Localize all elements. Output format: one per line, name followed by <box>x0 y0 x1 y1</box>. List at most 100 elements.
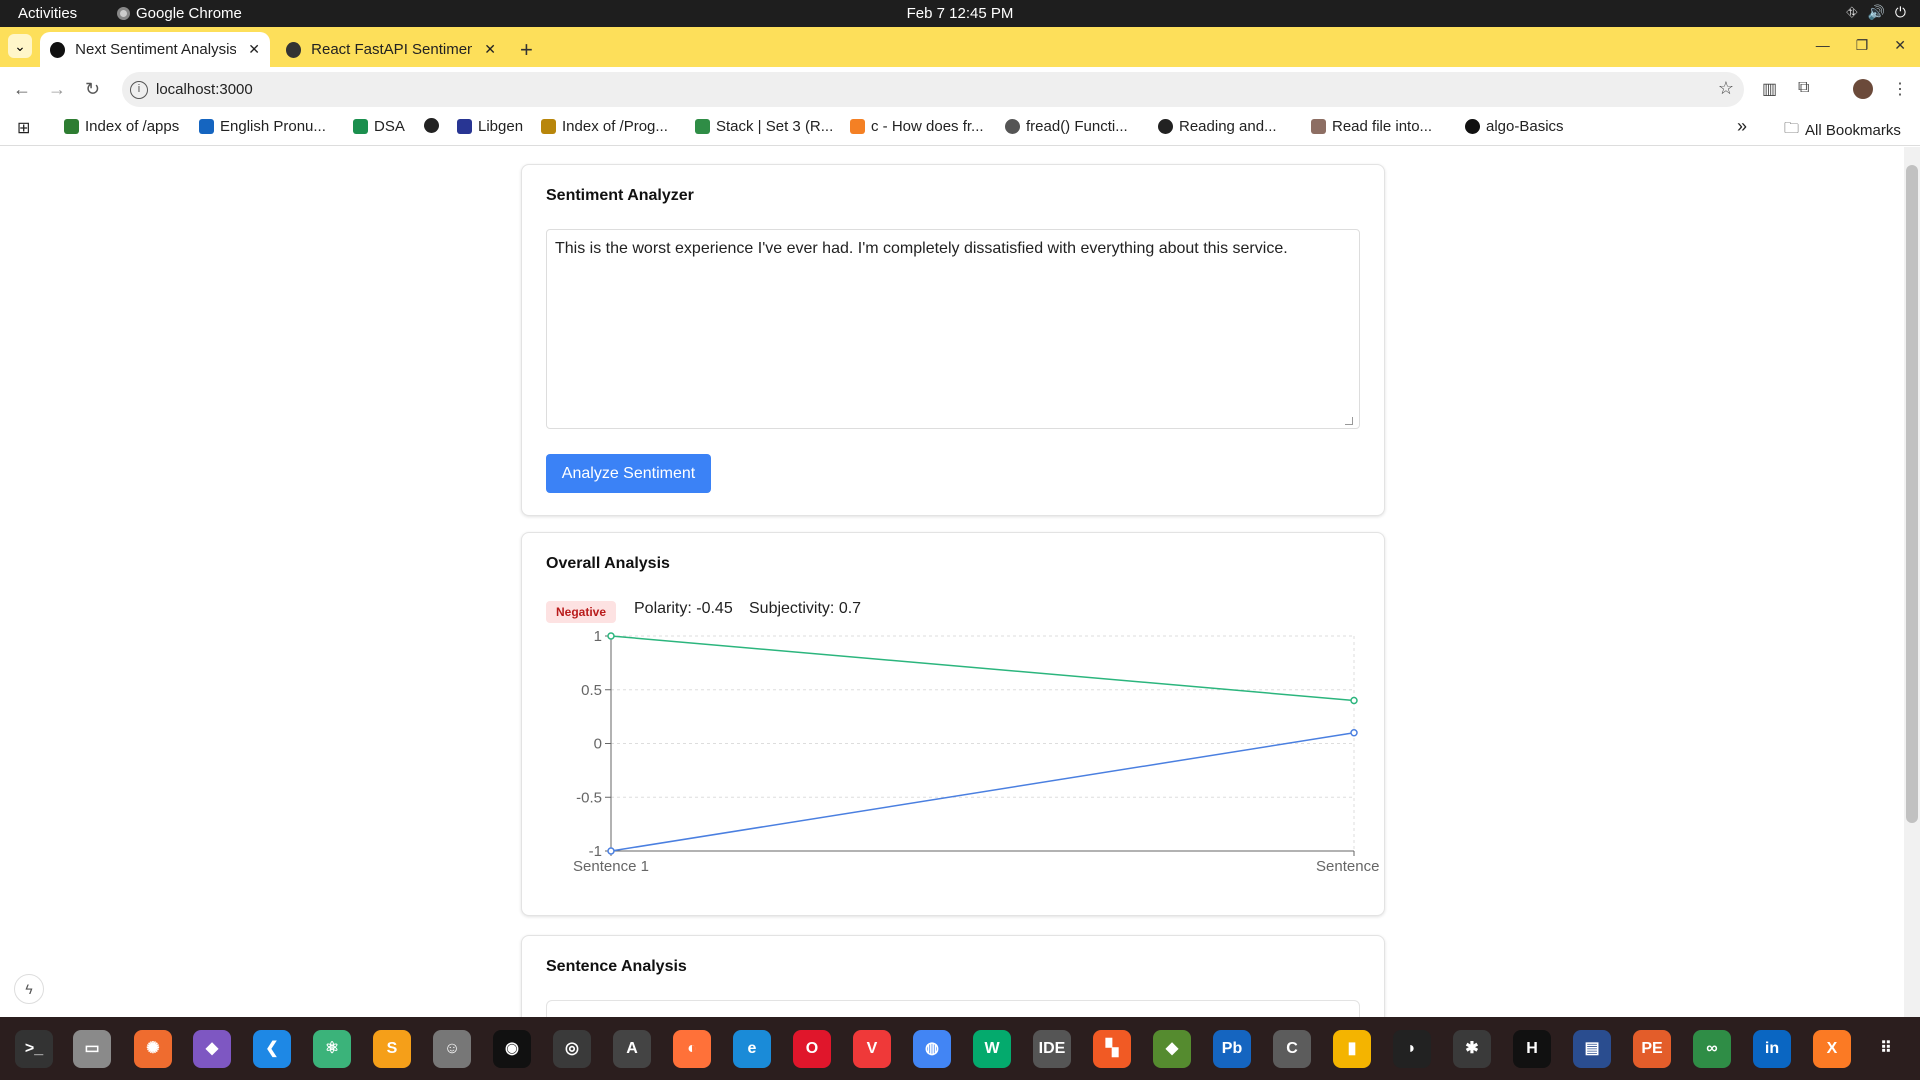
lightning-icon[interactable]: ϟ <box>14 974 44 1004</box>
c-app-icon[interactable]: C <box>1273 1030 1311 1068</box>
close-window-icon[interactable]: ✕ <box>1894 37 1906 54</box>
terminal-icon[interactable]: >_ <box>15 1030 53 1068</box>
sentiment-line-chart: 10.50-0.5-1Sentence 1Sentence 2 <box>573 628 1382 875</box>
y-tick-label: -0.5 <box>576 789 602 806</box>
bookmark-item[interactable]: algo-Basics <box>1465 118 1564 135</box>
vivaldi-icon[interactable]: V <box>853 1030 891 1068</box>
scrollbar[interactable] <box>1904 147 1920 1017</box>
bookmark-item[interactable] <box>424 118 445 133</box>
analyze-sentiment-button[interactable]: Analyze Sentiment <box>546 454 711 493</box>
forward-icon[interactable]: → <box>48 79 66 100</box>
bookmark-favicon-icon <box>695 119 710 134</box>
leetcode-icon[interactable]: ◗ <box>1393 1030 1431 1068</box>
scrollbar-thumb[interactable] <box>1906 165 1918 823</box>
w3schools-icon[interactable]: W <box>973 1030 1011 1068</box>
address-bar[interactable]: i localhost:3000 ☆ <box>122 72 1744 107</box>
apps-grid-icon[interactable]: ⊞ <box>17 118 30 138</box>
bookmark-favicon-icon <box>353 119 368 134</box>
pe-app-icon[interactable]: PE <box>1633 1030 1671 1068</box>
back-icon[interactable]: ← <box>13 79 31 100</box>
more-bookmarks-button[interactable]: » <box>1737 116 1747 137</box>
bookmark-item[interactable]: Libgen <box>457 118 523 135</box>
geeksforgeeks-icon[interactable]: ∞ <box>1693 1030 1731 1068</box>
profile-app-icon[interactable]: ☺ <box>433 1030 471 1068</box>
charts-app-icon[interactable]: ▮ <box>1333 1030 1371 1068</box>
all-bookmarks-button[interactable]: 🗀 All Bookmarks <box>1784 118 1901 143</box>
data-point <box>1350 696 1358 705</box>
bookmark-star-icon[interactable]: ☆ <box>1718 78 1734 99</box>
bookmarks-bar: ⊞ Index of /apps English Pronu... DSA Li… <box>0 112 1920 146</box>
bookmark-item[interactable]: Reading and... <box>1158 118 1277 135</box>
github-desktop-icon[interactable]: ◎ <box>553 1030 591 1068</box>
bug-app-icon[interactable]: ✱ <box>1453 1030 1491 1068</box>
lightbulb-icon <box>1005 119 1020 134</box>
extensions-icon[interactable]: ⧉ <box>1798 79 1809 97</box>
data-point <box>607 632 615 640</box>
box-app-icon[interactable]: ◆ <box>193 1030 231 1068</box>
bookmark-item[interactable]: Stack | Set 3 (R... <box>695 118 833 135</box>
sentence-analysis-title: Sentence Analysis <box>546 958 687 975</box>
bookmark-favicon-icon <box>64 119 79 134</box>
page-viewport: Sentiment Analyzer This is the worst exp… <box>0 147 1920 1017</box>
tab-strip: ⌄ Next Sentiment Analysis ✕ React FastAP… <box>0 27 1920 67</box>
chrome-icon[interactable]: ◍ <box>913 1030 951 1068</box>
files-icon[interactable]: ▭ <box>73 1030 111 1068</box>
bookmark-favicon-icon <box>199 119 214 134</box>
firefox-icon[interactable]: ◐ <box>673 1030 711 1068</box>
clock[interactable]: Feb 7 12:45 PM <box>0 5 1920 22</box>
vscode-icon[interactable]: ❮ <box>253 1030 291 1068</box>
resize-grip-icon[interactable] <box>1345 417 1353 425</box>
reload-icon[interactable]: ↻ <box>85 79 100 100</box>
app-grid-icon[interactable]: ⠿ <box>1867 1030 1905 1068</box>
globe-icon <box>424 118 439 133</box>
postman-icon[interactable]: ✺ <box>134 1030 172 1068</box>
stackoverflow-icon <box>850 119 865 134</box>
opera-icon[interactable]: O <box>793 1030 831 1068</box>
reading-list-icon[interactable]: ▥ <box>1762 79 1777 99</box>
system-tray[interactable]: ⛗ 🔊 ⏻ <box>1846 4 1906 21</box>
minimize-icon[interactable]: — <box>1816 37 1830 54</box>
polarity-value: Polarity: -0.45 <box>634 600 733 617</box>
bookmark-item[interactable]: fread() Functi... <box>1005 118 1128 135</box>
doc-app-icon[interactable]: ▤ <box>1573 1030 1611 1068</box>
phpbb-icon[interactable]: Pb <box>1213 1030 1251 1068</box>
address-url[interactable]: localhost:3000 <box>156 81 253 98</box>
tab-title: Next Sentiment Analysis <box>75 41 237 58</box>
network-icon[interactable]: ⛗ <box>1846 4 1857 21</box>
sublime-text-icon[interactable]: S <box>373 1030 411 1068</box>
bookmark-item[interactable]: Index of /Prog... <box>541 118 668 135</box>
edge-icon[interactable]: e <box>733 1030 771 1068</box>
ideone-icon[interactable]: IDE <box>1033 1030 1071 1068</box>
tab-react-fastapi[interactable]: React FastAPI Sentiment ✕ <box>276 32 506 67</box>
menu-icon[interactable]: ⋮ <box>1892 79 1908 99</box>
bookmark-item[interactable]: c - How does fr... <box>850 118 984 135</box>
turtle-app-icon[interactable]: ◆ <box>1153 1030 1191 1068</box>
bookmark-item[interactable]: DSA <box>353 118 405 135</box>
maximize-icon[interactable]: ❐ <box>1856 37 1869 54</box>
power-icon[interactable]: ⏻ <box>1895 4 1906 21</box>
xampp-icon[interactable]: X <box>1813 1030 1851 1068</box>
close-tab-icon[interactable]: ✕ <box>248 41 260 58</box>
font-app-icon[interactable]: A <box>613 1030 651 1068</box>
github-icon[interactable]: ◉ <box>493 1030 531 1068</box>
volume-icon[interactable]: 🔊 <box>1867 4 1884 21</box>
profile-avatar[interactable] <box>1853 79 1873 99</box>
app-orange-icon[interactable]: ▚ <box>1093 1030 1131 1068</box>
react-favicon-icon <box>286 41 302 58</box>
bookmark-item[interactable]: English Pronu... <box>199 118 326 135</box>
linkedin-icon[interactable]: in <box>1753 1030 1791 1068</box>
chevron-down-icon: ⌄ <box>14 38 26 54</box>
atom-icon[interactable]: ⚛ <box>313 1030 351 1068</box>
bookmark-favicon-icon <box>1311 119 1326 134</box>
sentiment-text-input[interactable]: This is the worst experience I've ever h… <box>546 229 1360 429</box>
bookmark-item[interactable]: Index of /apps <box>64 118 179 135</box>
tab-search-button[interactable]: ⌄ <box>8 34 32 58</box>
tab-next-sentiment[interactable]: Next Sentiment Analysis ✕ <box>40 32 270 67</box>
bookmark-item[interactable]: Read file into... <box>1311 118 1432 135</box>
new-tab-button[interactable]: + <box>520 37 533 63</box>
bookmark-favicon-icon <box>457 119 472 134</box>
site-info-icon[interactable]: i <box>130 81 148 99</box>
dock: >_ ▭ ✺ ◆ ❮ ⚛ S ☺ ◉ ◎ A ◐ e O V ◍ W IDE ▚ ◆ Pb C ▮ ◗ ✱ H ▤ PE ∞ in X ⠿ <box>0 1017 1920 1080</box>
hackerrank-icon[interactable]: H <box>1513 1030 1551 1068</box>
close-tab-icon[interactable]: ✕ <box>484 41 496 58</box>
